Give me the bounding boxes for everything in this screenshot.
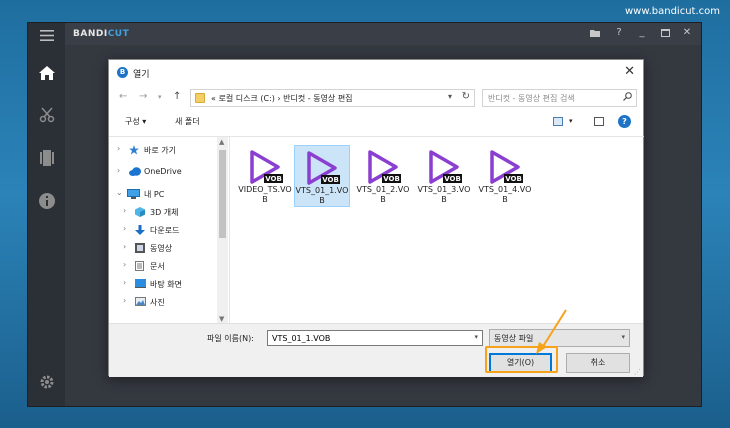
file-name: VTS_01_1.VOB [295, 186, 349, 205]
preview-pane-icon[interactable] [594, 117, 604, 126]
nav-pane-scrollbar[interactable]: ▲ ▼ [217, 137, 228, 324]
scroll-up-icon[interactable]: ▲ [219, 138, 224, 146]
pc-icon [127, 189, 140, 199]
svg-text:VOB: VOB [265, 175, 282, 183]
forward-arrow-icon[interactable]: → [139, 91, 147, 102]
menu-icon[interactable] [28, 23, 65, 47]
dialog-title: 열기 [133, 70, 150, 80]
filename-dropdown-icon[interactable]: ▾ [474, 333, 478, 341]
file-item-vts-01-2[interactable]: VOB VTS_01_2.VOB [355, 145, 411, 207]
video-file-icon: VOB [490, 150, 523, 184]
app-titlebar: BANDICUT ? _ ✕ [65, 23, 701, 45]
video-file-icon: VOB [429, 150, 462, 184]
svg-text:VOB: VOB [444, 175, 461, 183]
dialog-close-icon[interactable]: ✕ [624, 64, 635, 79]
document-icon [135, 261, 145, 271]
svg-text:VOB: VOB [322, 176, 339, 184]
nav-item-downloads[interactable]: › 다운로드 [109, 221, 219, 239]
cancel-button[interactable]: 취소 [566, 353, 630, 373]
app-sidebar [28, 23, 65, 406]
minimize-icon[interactable]: _ [635, 26, 649, 40]
file-item-video-ts[interactable]: VOB VIDEO_TS.VOB [237, 145, 293, 207]
folder-icon [195, 93, 205, 103]
help-icon[interactable]: ? [612, 26, 626, 40]
nav-item-3d-objects[interactable]: › 3D 개체 [109, 203, 219, 221]
address-dropdown-icon[interactable]: ▾ [448, 92, 452, 101]
help-icon[interactable]: ? [618, 115, 631, 128]
cloud-icon [129, 167, 141, 177]
folder-icon[interactable] [588, 26, 602, 40]
pointer-arrow-icon [536, 309, 567, 354]
file-list: VOB VIDEO_TS.VOB VOB VTS_01_1.VOB VOB VT… [229, 136, 644, 323]
up-arrow-icon[interactable]: ↑ [173, 91, 181, 102]
address-bar[interactable]: « 로컬 디스크 (C:) › 반디컷 - 동영상 편집 ▾ ↻ [190, 89, 475, 107]
info-icon[interactable] [28, 189, 65, 213]
svg-text:VOB: VOB [383, 175, 400, 183]
dialog-toolbar: 구성 ▾ 새 폴더 ▾ ? [109, 112, 643, 132]
app-logo: BANDICUT [73, 29, 130, 39]
dialog-titlebar: B 열기 ✕ [109, 60, 643, 86]
file-item-vts-01-4[interactable]: VOB VTS_01_4.VOB [477, 145, 533, 207]
file-name: VIDEO_TS.VOB [238, 185, 292, 204]
navigation-bar: ← → ▾ ↑ « 로컬 디스크 (C:) › 반디컷 - 동영상 편집 ▾ ↻… [109, 87, 643, 109]
file-item-vts-01-1[interactable]: VOB VTS_01_1.VOB [294, 145, 350, 207]
nav-item-videos[interactable]: › 동영상 [109, 239, 219, 257]
recent-locations-chevron-icon[interactable]: ▾ [158, 93, 162, 101]
new-folder-button[interactable]: 새 폴더 [175, 116, 200, 127]
cube-icon [135, 207, 145, 217]
video-file-icon: VOB [307, 151, 340, 185]
video-file-icon: VOB [250, 150, 283, 184]
nav-item-quick-access[interactable]: › 바로 가기 [109, 141, 219, 159]
view-options-icon[interactable] [553, 117, 563, 126]
nav-item-pictures[interactable]: › 사진 [109, 293, 219, 311]
file-item-vts-01-3[interactable]: VOB VTS_01_3.VOB [416, 145, 472, 207]
settings-icon[interactable] [28, 370, 65, 394]
video-file-icon: VOB [368, 150, 401, 184]
maximize-icon[interactable] [658, 26, 672, 40]
organize-button[interactable]: 구성 ▾ [125, 116, 146, 127]
filename-field[interactable]: ▾ [267, 330, 483, 346]
file-name: VTS_01_2.VOB [356, 185, 410, 204]
chevron-down-icon[interactable]: ▾ [621, 333, 625, 341]
nav-item-desktop[interactable]: › 바탕 화면 [109, 275, 219, 293]
view-dropdown-icon[interactable]: ▾ [569, 117, 573, 125]
close-icon[interactable]: ✕ [680, 26, 694, 40]
star-icon [129, 145, 139, 155]
navigation-pane: › 바로 가기 › OneDrive ⌄ 내 PC › 3D 개체 › 다운로드… [109, 136, 229, 324]
filename-input[interactable] [268, 331, 458, 345]
file-name: VTS_01_3.VOB [417, 185, 471, 204]
back-arrow-icon[interactable]: ← [119, 91, 127, 102]
file-name: VTS_01_4.VOB [478, 185, 532, 204]
nav-item-onedrive[interactable]: › OneDrive [109, 163, 219, 181]
svg-text:VOB: VOB [505, 175, 522, 183]
download-icon [135, 225, 145, 235]
desktop-icon [135, 279, 146, 289]
resize-grip-icon[interactable]: ⋰ [634, 368, 641, 376]
search-box[interactable]: 반디컷 - 동영상 편집 검색 [482, 89, 637, 107]
home-icon[interactable] [28, 61, 65, 85]
video-icon [135, 243, 145, 253]
search-placeholder: 반디컷 - 동영상 편집 검색 [488, 94, 575, 103]
file-type-value: 동영상 파일 [494, 334, 534, 343]
nav-item-documents[interactable]: › 문서 [109, 257, 219, 275]
cut-icon[interactable] [28, 103, 65, 127]
picture-icon [135, 297, 146, 307]
nav-item-this-pc[interactable]: ⌄ 내 PC [109, 185, 219, 203]
search-icon[interactable] [623, 92, 632, 104]
breadcrumb-prefix[interactable]: « [211, 94, 216, 103]
scrollbar-thumb[interactable] [219, 150, 226, 238]
film-icon[interactable] [28, 146, 65, 170]
refresh-icon[interactable]: ↻ [462, 91, 470, 102]
breadcrumb[interactable]: 로컬 디스크 (C:) › 반디컷 - 동영상 편집 [218, 94, 352, 103]
filename-label: 파일 이름(N): [207, 334, 254, 343]
scroll-down-icon[interactable]: ▼ [219, 315, 224, 323]
bandicut-app-icon: B [117, 67, 128, 78]
watermark-text: www.bandicut.com [624, 6, 720, 17]
